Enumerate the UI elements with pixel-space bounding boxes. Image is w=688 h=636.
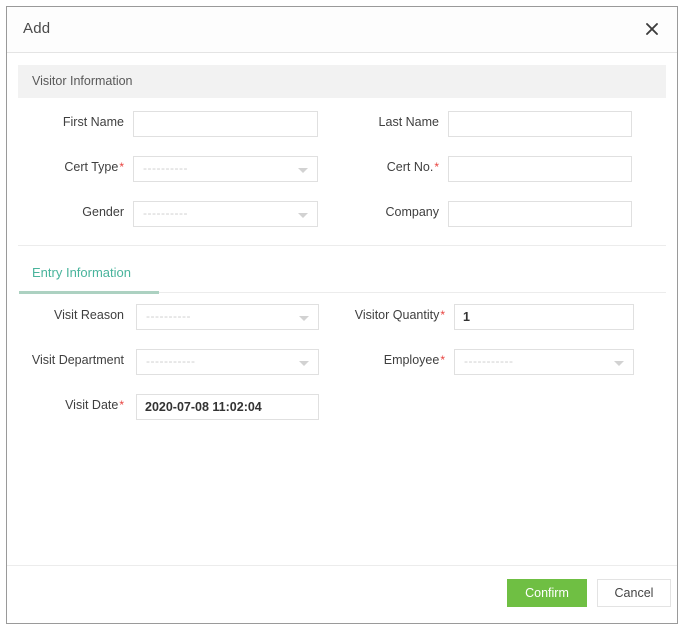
employee-select[interactable]: ----------- (454, 349, 634, 375)
field-label-cert-type: Cert Type* (64, 160, 124, 174)
field-visit-reason: Visit Reason ---------- (18, 304, 319, 330)
cert-type-placeholder: ---------- (143, 161, 188, 175)
close-icon[interactable] (641, 18, 663, 40)
field-label-employee: Employee* (383, 353, 445, 367)
required-marker: * (440, 308, 445, 322)
field-last-name: Last Name (347, 111, 637, 137)
required-marker: * (440, 353, 445, 367)
field-visitor-quantity: Visitor Quantity* 1 (337, 304, 637, 330)
field-gender: Gender ---------- (18, 201, 318, 227)
required-marker: * (119, 160, 124, 174)
field-label-first-name: First Name (62, 115, 124, 129)
visit-date-value: 2020-07-08 11:02:04 (145, 400, 262, 414)
visitor-quantity-input[interactable]: 1 (454, 304, 634, 330)
chevron-down-icon (298, 168, 308, 173)
add-visitor-dialog: Add Visitor Information First Name Last … (6, 6, 678, 624)
tabstrip-baseline (159, 292, 666, 293)
chevron-down-icon (298, 213, 308, 218)
required-marker: * (434, 160, 439, 174)
tab-active-indicator (19, 291, 159, 294)
field-label-visit-reason: Visit Reason (54, 308, 124, 322)
visit-date-input[interactable]: 2020-07-08 11:02:04 (136, 394, 319, 420)
chevron-down-icon (299, 316, 309, 321)
section-title: Visitor Information (32, 74, 133, 88)
visit-department-select[interactable]: ----------- (136, 349, 319, 375)
visitor-quantity-value: 1 (463, 310, 470, 324)
gender-placeholder: ---------- (143, 206, 188, 220)
field-label-last-name: Last Name (378, 115, 439, 129)
field-employee: Employee* ----------- (337, 349, 637, 375)
last-name-input[interactable] (448, 111, 632, 137)
field-cert-type: Cert Type* ---------- (18, 156, 318, 182)
page-title: Add (23, 20, 51, 37)
confirm-button[interactable]: Confirm (507, 579, 587, 607)
gender-select[interactable]: ---------- (133, 201, 318, 227)
field-label-cert-no: Cert No.* (386, 160, 439, 174)
company-input[interactable] (448, 201, 632, 227)
cert-no-input[interactable] (448, 156, 632, 182)
field-label-gender: Gender (82, 205, 124, 219)
cancel-button[interactable]: Cancel (597, 579, 671, 607)
tab-entry-information[interactable]: Entry Information (32, 265, 131, 280)
field-label-visitor-quantity: Visitor Quantity* (354, 308, 445, 322)
field-visit-department: Visit Department ----------- (18, 349, 319, 375)
visit-department-placeholder: ----------- (146, 354, 196, 368)
cert-type-select[interactable]: ---------- (133, 156, 318, 182)
section-divider (18, 245, 666, 246)
dialog-titlebar: Add (7, 7, 677, 53)
field-label-company: Company (385, 205, 440, 219)
first-name-input[interactable] (133, 111, 318, 137)
visitor-information-header: Visitor Information (18, 65, 666, 98)
field-cert-no: Cert No.* (347, 156, 637, 182)
chevron-down-icon (299, 361, 309, 366)
chevron-down-icon (614, 361, 624, 366)
field-label-visit-date: Visit Date* (65, 398, 124, 412)
visit-reason-select[interactable]: ---------- (136, 304, 319, 330)
entry-information-tabstrip: Entry Information (18, 265, 666, 294)
field-company: Company (347, 201, 637, 227)
employee-placeholder: ----------- (464, 354, 514, 368)
dialog-footer: Confirm Cancel (7, 565, 677, 623)
field-first-name: First Name (18, 111, 318, 137)
visit-reason-placeholder: ---------- (146, 309, 191, 323)
field-visit-date: Visit Date* 2020-07-08 11:02:04 (18, 394, 319, 420)
close-icon-glyph (646, 23, 658, 35)
required-marker: * (119, 398, 124, 412)
field-label-visit-department: Visit Department (31, 353, 124, 367)
